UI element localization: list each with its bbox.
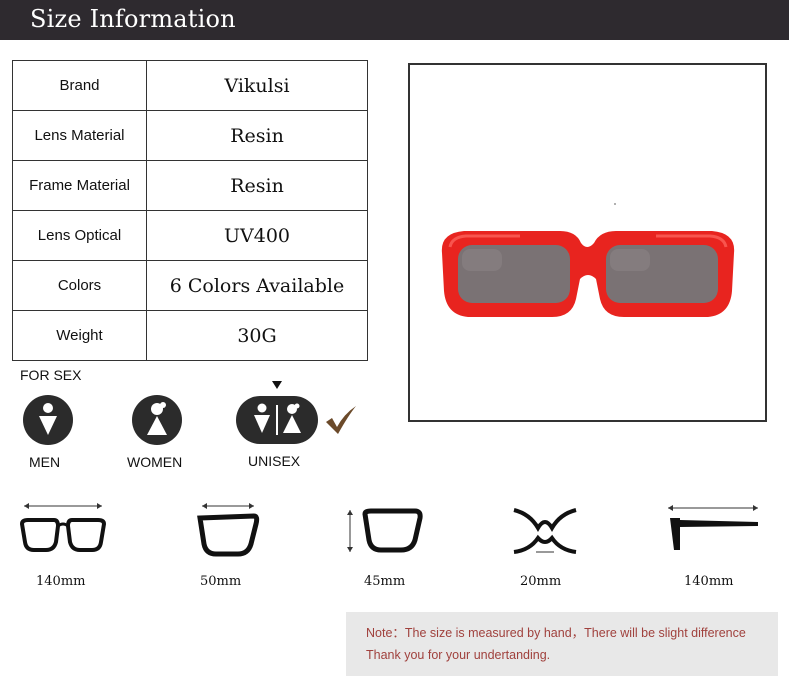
- spec-key: Lens Optical: [12, 210, 147, 261]
- temple-length-icon: [666, 500, 764, 561]
- spec-key: Colors: [12, 260, 147, 311]
- spec-value: 6 Colors Available: [146, 260, 368, 311]
- spec-value: Resin: [146, 110, 368, 161]
- spec-row-weight: Weight 30G: [12, 310, 368, 361]
- note-line-2: Thank you for your undertanding.: [366, 648, 551, 662]
- product-photo: [408, 63, 767, 422]
- header-bar: Size Information: [0, 0, 789, 40]
- bridge-width-value: 20mm: [520, 574, 562, 589]
- spec-row-lens-material: Lens Material Resin: [12, 110, 368, 161]
- spec-value: UV400: [146, 210, 368, 261]
- red-sunglasses-image: [441, 203, 735, 317]
- lens-width-icon: [196, 500, 260, 565]
- lens-width-value: 50mm: [200, 574, 242, 589]
- spec-key: Frame Material: [12, 160, 147, 211]
- male-icon: [23, 395, 73, 450]
- spec-row-colors: Colors 6 Colors Available: [12, 260, 368, 311]
- unisex-label: UNISEX: [248, 453, 301, 469]
- frame-width-value: 140mm: [36, 574, 86, 589]
- frame-width-icon: [19, 500, 107, 561]
- note-line-1: Note：The size is measured by hand，There …: [366, 626, 746, 640]
- spec-key: Weight: [12, 310, 147, 361]
- men-label: MEN: [29, 454, 61, 470]
- for-sex-label: FOR SEX: [20, 367, 82, 383]
- spec-value: Resin: [146, 160, 368, 211]
- lens-height-value: 45mm: [364, 574, 406, 589]
- selected-arrow-icon: [272, 381, 282, 389]
- spec-value: 30G: [146, 310, 368, 361]
- note-box: Note：The size is measured by hand，There …: [346, 612, 778, 676]
- women-label: WOMEN: [127, 454, 183, 470]
- spec-key: Brand: [12, 60, 147, 111]
- lens-height-icon: [343, 506, 423, 561]
- spec-row-frame-material: Frame Material Resin: [12, 160, 368, 211]
- bridge-width-icon: [512, 506, 578, 563]
- temple-length-value: 140mm: [684, 574, 734, 589]
- checkmark-icon: [324, 404, 358, 441]
- unisex-icon: [236, 396, 318, 449]
- spec-value: Vikulsi: [146, 60, 368, 111]
- spec-row-brand: Brand Vikulsi: [12, 60, 368, 111]
- spec-table: Brand Vikulsi Lens Material Resin Frame …: [12, 60, 368, 361]
- spec-key: Lens Material: [12, 110, 147, 161]
- spec-row-lens-optical: Lens Optical UV400: [12, 210, 368, 261]
- female-icon: [132, 395, 182, 450]
- page-title: Size Information: [30, 5, 236, 33]
